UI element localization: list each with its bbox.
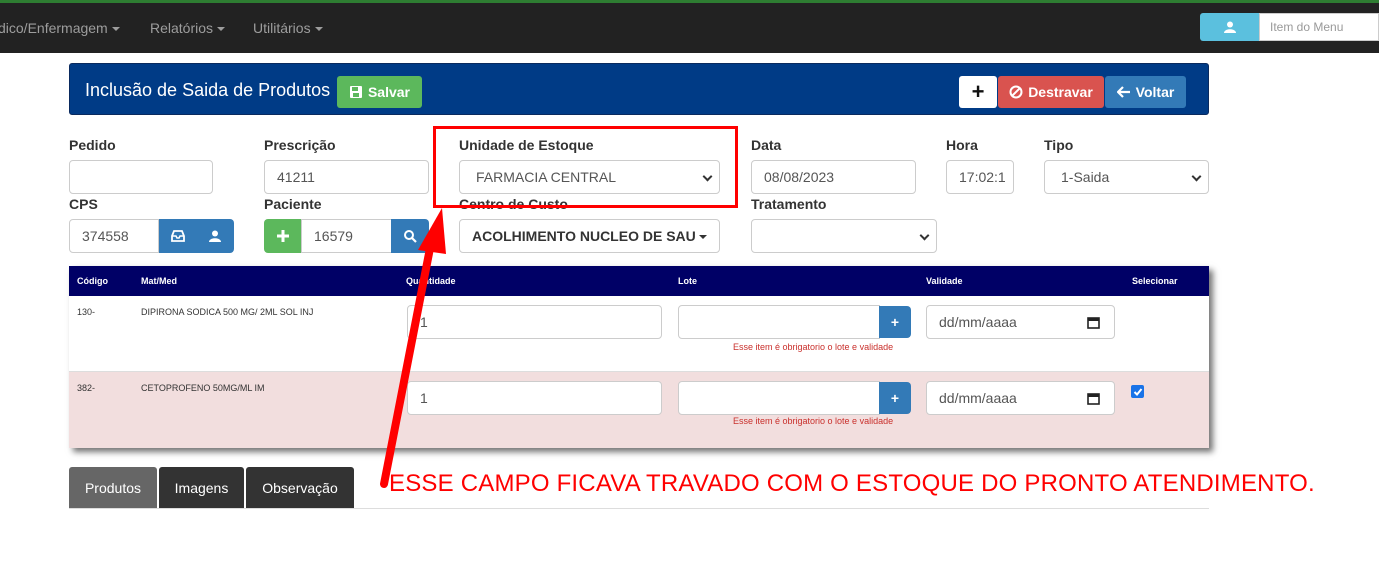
annotation-text: ESSE CAMPO FICAVA TRAVADO COM O ESTOQUE … — [389, 470, 1315, 497]
